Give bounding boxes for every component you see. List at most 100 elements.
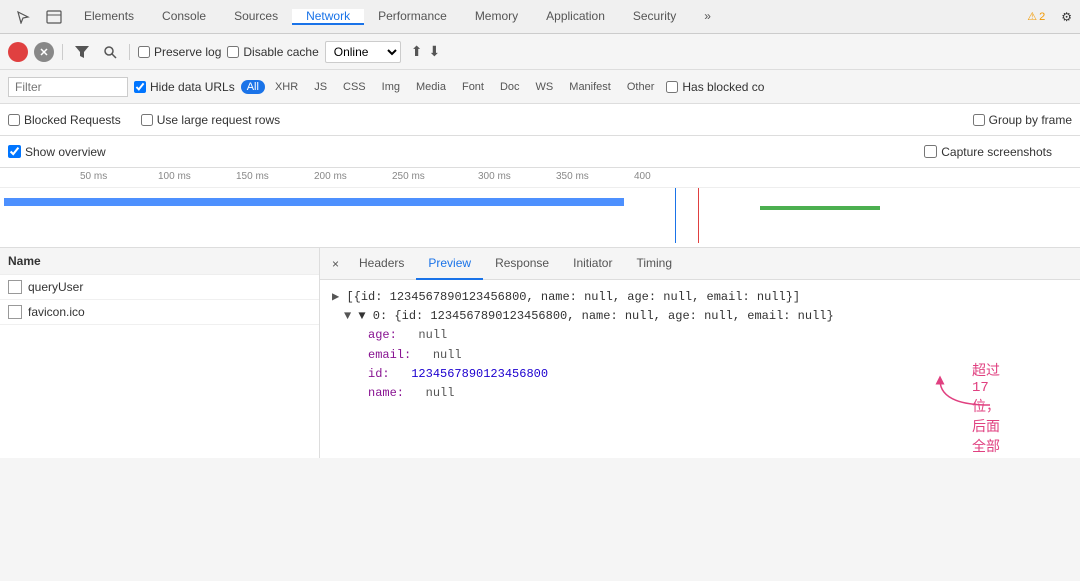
settings-button[interactable]: ⚙ [1053,10,1080,24]
tick-150ms: 150 ms [236,171,269,182]
filter-row: Hide data URLs All XHR JS CSS Img Media … [0,70,1080,104]
tab-elements[interactable]: Elements [70,9,148,25]
blocked-requests-input[interactable] [8,114,20,126]
overview-row: Show overview Capture screenshots [0,136,1080,168]
has-blocked-input[interactable] [666,81,678,93]
json-line-2: ▼ ▼ 0: {id: 1234567890123456800, name: n… [332,307,1068,326]
json-val-name: null [426,386,455,400]
warning-badge[interactable]: ⚠ 2 [1019,10,1053,23]
preserve-log-input[interactable] [138,46,150,58]
options-row-1: Blocked Requests Use large request rows … [0,104,1080,136]
timeline-vline-blue [675,188,676,243]
file-list-header: Name [0,248,319,275]
timeline-bar-blue [4,198,624,206]
top-tab-bar: Elements Console Sources Network Perform… [0,0,1080,34]
large-rows-label: Use large request rows [157,113,280,127]
timeline-bar-green-right [760,206,880,210]
json-line-1: ▶ [{id: 1234567890123456800, name: null,… [332,288,1068,307]
filter-tag-css[interactable]: CSS [337,80,372,94]
disable-cache-label: Disable cache [243,45,318,59]
warning-count: 2 [1039,11,1045,23]
has-blocked-label: Has blocked co [682,80,764,94]
expand-icon-1[interactable]: ▶ [332,290,339,304]
tab-memory[interactable]: Memory [461,9,532,25]
tab-sources[interactable]: Sources [220,9,292,25]
show-overview-input[interactable] [8,145,21,158]
upload-icon[interactable]: ⬆ [411,43,423,60]
disable-cache-input[interactable] [227,46,239,58]
list-item-queryuser[interactable]: queryUser [0,275,319,300]
filter-tag-other[interactable]: Other [621,80,661,94]
gear-icon: ⚙ [1061,10,1072,24]
capture-screenshots-label: Capture screenshots [941,145,1052,159]
capture-screenshots-input[interactable] [924,145,937,158]
network-toolbar: Preserve log Disable cache Online Fast 3… [0,34,1080,70]
tab-response[interactable]: Response [483,248,561,280]
tab-security[interactable]: Security [619,9,690,25]
throttling-select[interactable]: Online Fast 3G Slow 3G Offline [325,41,401,63]
tab-performance[interactable]: Performance [364,9,461,25]
dock-icon[interactable] [38,10,70,24]
divider-1 [62,44,63,60]
tab-headers[interactable]: Headers [347,248,416,280]
filter-button[interactable] [71,44,93,60]
filter-tag-xhr[interactable]: XHR [269,80,304,94]
tab-network[interactable]: Network [292,9,364,25]
timeline-ruler: 50 ms 100 ms 150 ms 200 ms 250 ms 300 ms… [0,168,1080,188]
json-key-id: id: [368,367,390,381]
filter-tag-media[interactable]: Media [410,80,452,94]
list-item-favicon[interactable]: favicon.ico [0,300,319,325]
tab-more[interactable]: » [690,9,725,25]
json-val-age: null [418,328,447,342]
blocked-requests-option[interactable]: Blocked Requests [8,113,121,127]
group-by-frame-label: Group by frame [989,113,1072,127]
filter-tag-js[interactable]: JS [308,80,333,94]
json-key-name: name: [368,386,404,400]
filter-tag-all[interactable]: All [241,80,265,94]
tab-console[interactable]: Console [148,9,220,25]
large-rows-input[interactable] [141,114,153,126]
cursor-icon[interactable] [8,10,38,24]
file-list-panel: Name queryUser favicon.ico [0,248,320,458]
filter-input[interactable] [8,77,128,97]
preserve-log-checkbox[interactable]: Preserve log [138,45,221,59]
timeline-vline-red [698,188,699,243]
group-by-frame-input[interactable] [973,114,985,126]
timeline-chart [0,188,1080,248]
show-overview-option[interactable]: Show overview [8,145,106,159]
file-icon-queryuser [8,280,22,294]
tab-preview[interactable]: Preview [416,248,483,280]
filter-tag-manifest[interactable]: Manifest [563,80,617,94]
tick-100ms: 100 ms [158,171,191,182]
annotation-text: 超过17位，后面全部变成了0 [972,364,1000,458]
json-key-email: email: [368,348,411,362]
tick-200ms: 200 ms [314,171,347,182]
detail-tabs: × Headers Preview Response Initiator Tim… [320,248,1080,280]
capture-screenshots-option[interactable]: Capture screenshots [924,145,1052,159]
search-button[interactable] [99,43,121,61]
group-by-frame-option[interactable]: Group by frame [973,113,1072,127]
clear-button[interactable] [34,42,54,62]
filter-tag-doc[interactable]: Doc [494,80,526,94]
expand-icon-2[interactable]: ▼ [344,309,351,323]
record-button[interactable] [8,42,28,62]
tick-300ms: 300 ms [478,171,511,182]
file-icon-favicon [8,305,22,319]
tab-timing[interactable]: Timing [624,248,684,280]
download-icon[interactable]: ⬇ [428,43,440,60]
json-line-email: email: null [332,346,1068,365]
json-line-age: age: null [332,326,1068,345]
hide-data-urls-input[interactable] [134,81,146,93]
tab-initiator[interactable]: Initiator [561,248,624,280]
filter-tag-img[interactable]: Img [376,80,406,94]
filter-tag-font[interactable]: Font [456,80,490,94]
tab-application[interactable]: Application [532,9,619,25]
hide-data-urls-checkbox[interactable]: Hide data URLs [134,80,235,94]
has-blocked-checkbox[interactable]: Has blocked co [666,80,764,94]
warning-icon: ⚠ [1027,10,1037,23]
large-rows-option[interactable]: Use large request rows [141,113,280,127]
detail-close-button[interactable]: × [324,257,347,271]
filter-tag-ws[interactable]: WS [530,80,560,94]
disable-cache-checkbox[interactable]: Disable cache [227,45,318,59]
json-object-summary: ▼ 0: {id: 1234567890123456800, name: nul… [358,309,833,323]
